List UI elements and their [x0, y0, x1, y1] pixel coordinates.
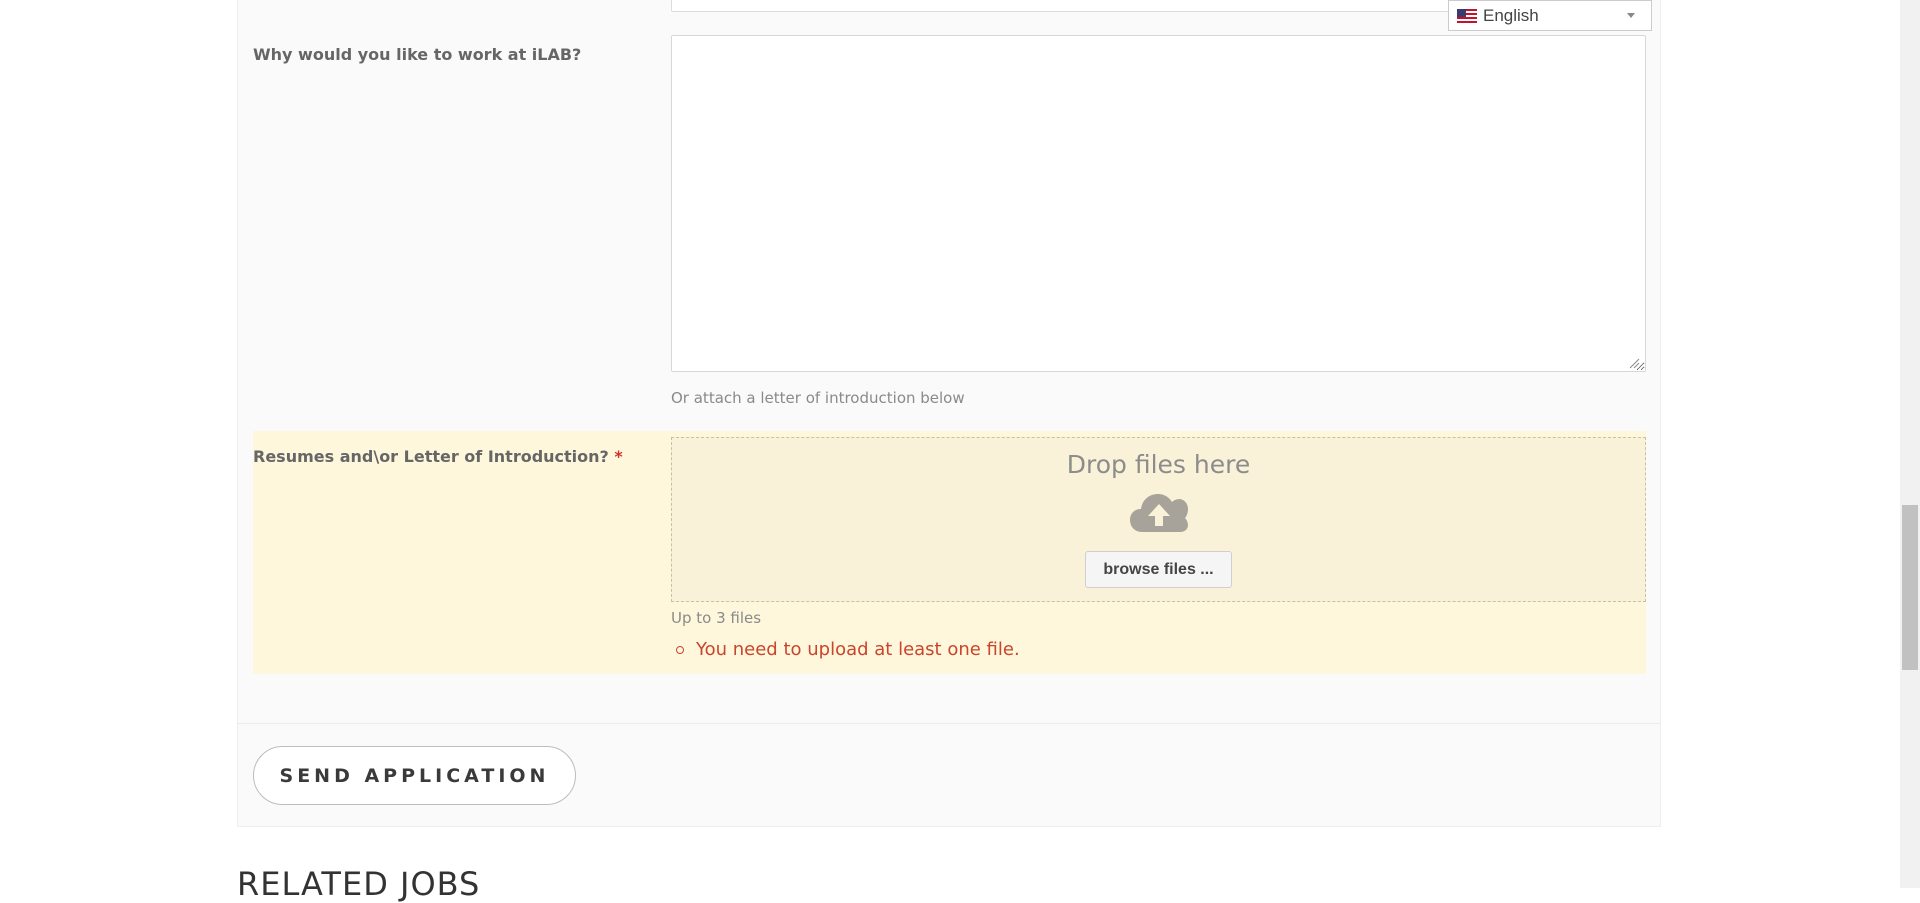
attach-hint-text: Or attach a letter of introduction below: [671, 389, 965, 407]
upload-error-text: You need to upload at least one file.: [696, 639, 1020, 660]
us-flag-icon: [1457, 8, 1477, 23]
why-work-label: Why would you like to work at iLAB?: [253, 45, 582, 64]
required-marker: *: [614, 447, 623, 466]
related-jobs-heading: RELATED JOBS: [237, 865, 481, 903]
send-application-button[interactable]: SEND APPLICATION: [253, 746, 576, 805]
chevron-down-icon: [1627, 13, 1635, 18]
error-bullet-icon: [676, 645, 684, 654]
cloud-upload-icon: [1130, 494, 1188, 532]
language-label: English: [1483, 5, 1539, 25]
upload-error-message: You need to upload at least one file.: [676, 639, 1020, 660]
file-limit-text: Up to 3 files: [671, 609, 762, 627]
browse-files-button[interactable]: browse files ...: [1085, 551, 1232, 588]
language-selector[interactable]: English: [1448, 0, 1652, 31]
scrollbar-thumb[interactable]: [1902, 505, 1918, 670]
resume-label: Resumes and\or Letter of Introduction? *: [253, 447, 623, 466]
file-dropzone[interactable]: Drop files here browse files ...: [671, 437, 1646, 602]
why-work-textarea[interactable]: [671, 35, 1646, 372]
scrollbar-track[interactable]: [1900, 0, 1920, 888]
section-divider: [237, 723, 1661, 724]
dropzone-title: Drop files here: [1066, 450, 1251, 479]
